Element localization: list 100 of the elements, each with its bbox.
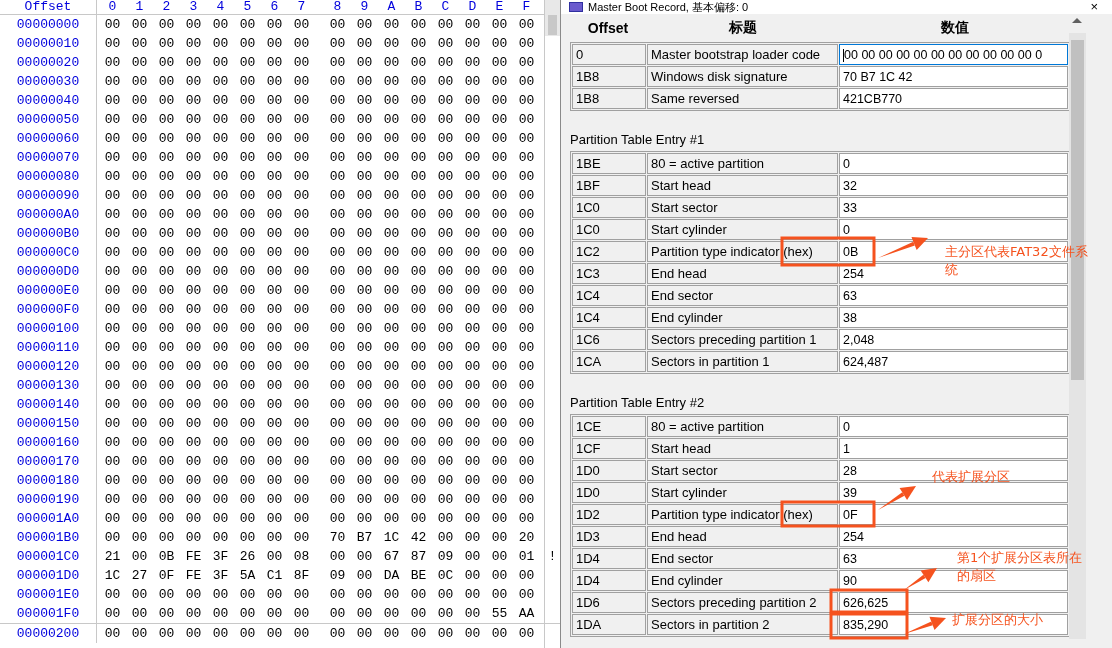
- row-offset: 00000150: [16, 415, 80, 433]
- hex-byte: 00: [239, 54, 256, 72]
- hex-byte: 00: [491, 54, 508, 72]
- hex-byte: 00: [293, 301, 310, 319]
- hex-byte: 26: [239, 548, 256, 566]
- row-offset: 00000060: [16, 130, 80, 148]
- hex-byte: 00: [437, 225, 454, 243]
- hex-byte: 00: [383, 225, 400, 243]
- column-header: 4: [216, 0, 225, 14]
- value-text: 70 B7 1C 42: [843, 69, 913, 84]
- hex-byte: 00: [212, 472, 229, 490]
- arrow: [904, 616, 946, 634]
- hex-byte: 00: [518, 187, 535, 205]
- hex-byte: 00: [410, 206, 427, 224]
- label-cell: End sector: [647, 285, 838, 306]
- hex-byte: 00: [464, 396, 481, 414]
- row-offset: 000000F0: [16, 301, 80, 319]
- hex-byte: 00: [104, 358, 121, 376]
- offset-cell: 1D4: [572, 570, 646, 591]
- hex-byte: 00: [356, 339, 373, 357]
- hex-byte: 00: [239, 491, 256, 509]
- hex-byte: 00: [383, 625, 400, 643]
- hex-byte: 00: [212, 187, 229, 205]
- hex-byte: 00: [239, 168, 256, 186]
- scrollbar[interactable]: [545, 0, 560, 36]
- hex-byte: 00: [518, 206, 535, 224]
- hex-byte: 00: [293, 35, 310, 53]
- hex-byte: 00: [266, 625, 283, 643]
- hex-byte: 00: [185, 149, 202, 167]
- hex-byte: 00: [158, 377, 175, 395]
- hex-byte: 00: [410, 358, 427, 376]
- hex-byte: 00: [212, 586, 229, 604]
- row-offset: 00000070: [16, 149, 80, 167]
- hex-byte: 00: [185, 263, 202, 281]
- hex-byte: 00: [293, 510, 310, 528]
- hex-byte: 00: [356, 111, 373, 129]
- column-header: 5: [243, 0, 252, 14]
- hex-byte: 00: [410, 605, 427, 623]
- hex-byte: 00: [437, 510, 454, 528]
- hex-byte: 00: [293, 396, 310, 414]
- hex-byte: 00: [383, 92, 400, 110]
- hex-byte: 00: [131, 510, 148, 528]
- hex-byte: 00: [131, 472, 148, 490]
- arrow: [878, 486, 916, 510]
- arrow: [904, 568, 937, 590]
- hex-byte: 00: [131, 605, 148, 623]
- hex-byte: 00: [212, 491, 229, 509]
- hex-byte: 00: [410, 73, 427, 91]
- hex-byte: 08: [293, 548, 310, 566]
- hex-byte: 00: [212, 54, 229, 72]
- hex-byte: 00: [491, 339, 508, 357]
- label-cell: End head: [647, 263, 838, 284]
- hex-byte: 00: [266, 586, 283, 604]
- value-text: 0: [843, 419, 850, 434]
- column-header: 0: [108, 0, 117, 14]
- hex-byte: 00: [410, 301, 427, 319]
- hex-byte: 00: [293, 187, 310, 205]
- hex-byte: 00: [185, 111, 202, 129]
- hex-byte: 00: [104, 92, 121, 110]
- close-button[interactable]: ×: [1090, 0, 1098, 13]
- hex-byte: 00: [266, 244, 283, 262]
- hex-byte: 00: [293, 244, 310, 262]
- hex-byte: 00: [266, 73, 283, 91]
- hex-byte: 00: [464, 206, 481, 224]
- hex-byte: 00: [185, 472, 202, 490]
- hex-byte: 00: [356, 625, 373, 643]
- hex-byte: 00: [158, 111, 175, 129]
- column-header: 3: [189, 0, 198, 14]
- hex-byte: 00: [491, 491, 508, 509]
- hex-byte: 00: [464, 301, 481, 319]
- hex-byte: 00: [437, 377, 454, 395]
- hex-byte: 00: [185, 244, 202, 262]
- column-header: 2: [162, 0, 171, 14]
- hex-byte: 00: [329, 111, 346, 129]
- hex-byte: 00: [518, 149, 535, 167]
- hex-byte: 00: [356, 16, 373, 34]
- hex-byte: 00: [239, 472, 256, 490]
- hex-byte: 00: [518, 434, 535, 452]
- hex-byte: 00: [131, 586, 148, 604]
- hex-byte: 00: [158, 510, 175, 528]
- hex-byte: 00: [437, 491, 454, 509]
- hex-byte: 00: [131, 301, 148, 319]
- hex-byte: 00: [239, 35, 256, 53]
- hex-byte: 00: [293, 339, 310, 357]
- hex-byte: 00: [293, 415, 310, 433]
- hex-byte: 00: [410, 244, 427, 262]
- hex-byte: 67: [383, 548, 400, 566]
- hex-byte: 00: [185, 187, 202, 205]
- hex-byte: 00: [356, 548, 373, 566]
- row-offset: 00000160: [16, 434, 80, 452]
- hex-byte: 00: [131, 92, 148, 110]
- hex-byte: 00: [464, 263, 481, 281]
- hex-byte: 00: [329, 339, 346, 357]
- hex-byte: B7: [356, 529, 373, 547]
- hex-byte: 00: [356, 263, 373, 281]
- hex-byte: 00: [158, 320, 175, 338]
- hex-byte: 00: [131, 491, 148, 509]
- hex-byte: 00: [464, 187, 481, 205]
- hex-byte: 00: [410, 510, 427, 528]
- hex-byte: 00: [410, 625, 427, 643]
